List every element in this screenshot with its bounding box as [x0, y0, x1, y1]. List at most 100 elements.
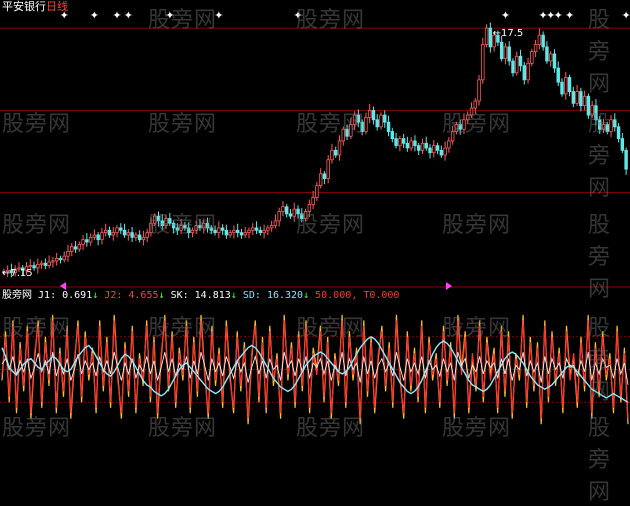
candle-body [401, 138, 406, 144]
signal-star-icon: ✦ [293, 9, 302, 22]
candle-body [54, 258, 59, 262]
candle-body [462, 119, 466, 130]
candle-body [518, 55, 523, 67]
candle-body [175, 227, 180, 231]
candle-body [522, 65, 527, 81]
left-triangle-icon [446, 282, 452, 290]
candle-body [443, 147, 447, 156]
candle-body [43, 262, 48, 266]
candle-body [254, 227, 259, 231]
candle-body [548, 53, 553, 62]
candle-body [533, 44, 538, 53]
candle-body [164, 218, 168, 226]
indicator-lines [1, 314, 629, 425]
candle-body [198, 225, 202, 229]
candle-body [273, 220, 278, 226]
candle-body [243, 232, 247, 236]
candle-body [334, 149, 338, 156]
candle-body [51, 260, 55, 263]
j1-label: J1: [38, 290, 57, 301]
indicator-line-j2 [1, 320, 629, 419]
signal-star-icon: ✦ [124, 9, 133, 22]
sd-label: SD: [242, 290, 261, 301]
candle-body [564, 77, 568, 95]
candle-body [126, 232, 131, 236]
candle-body [375, 119, 379, 128]
candle-body [156, 215, 161, 222]
candle-body [269, 225, 274, 229]
candle-body [179, 225, 183, 231]
candle-body [111, 232, 115, 236]
candle-body [311, 196, 315, 205]
candle-body [477, 79, 481, 102]
candle-body [266, 227, 270, 231]
candle-body [469, 107, 474, 116]
candle-body [545, 46, 549, 62]
candle-body [405, 142, 410, 149]
candle-body [435, 145, 440, 151]
candle-body [103, 229, 108, 234]
candle-body [292, 208, 296, 217]
candle-body [424, 142, 428, 149]
candle-body [213, 229, 217, 234]
candle-body [432, 145, 436, 154]
candle-body [205, 222, 210, 229]
candle-body [530, 51, 534, 64]
candle-body [322, 173, 327, 179]
candle-body [582, 95, 587, 107]
candle-body [73, 246, 78, 250]
high-price-label: ←17.5 [493, 28, 524, 39]
candle-body [130, 232, 134, 238]
candle-body [307, 204, 312, 212]
candle-body [488, 27, 493, 48]
candle-body [439, 149, 444, 156]
candle-body [284, 206, 289, 215]
candle-body [499, 41, 504, 60]
candle-body [318, 173, 323, 187]
candle-body [394, 138, 398, 147]
candle-body [81, 239, 85, 245]
candle-body [281, 206, 285, 212]
candle-body [190, 229, 195, 234]
candle-body [613, 119, 617, 128]
candle-body [386, 121, 391, 132]
candle-body [183, 225, 187, 229]
candle-body [251, 227, 255, 231]
candle-body [239, 232, 244, 236]
candle-body [168, 218, 172, 224]
candle-body [624, 149, 628, 170]
signal-star-icon: ✦ [112, 9, 121, 22]
candle-body [217, 227, 221, 234]
candle-body [122, 229, 127, 236]
indicator-header: 股旁网 J1: 0.691↓ J2: 4.655↓ SK: 14.813↓ SD… [2, 289, 399, 302]
candle-body [586, 95, 591, 116]
candle-body [262, 229, 266, 234]
candle-body [349, 124, 353, 137]
candle-body [32, 265, 36, 269]
candle-body [277, 211, 281, 222]
sk-value: 14.813 [194, 290, 231, 301]
candle-body [300, 213, 304, 219]
down-arrow-icon: ↓ [230, 290, 237, 301]
signal-star-icon: ✦ [90, 9, 99, 22]
candle-body [364, 117, 368, 132]
candle-body [247, 229, 251, 234]
candle-body [58, 258, 63, 261]
candle-body [352, 114, 357, 125]
j2-label: J2: [104, 290, 123, 301]
candle-body [571, 91, 576, 104]
candle-body [202, 222, 206, 229]
candle-body [590, 105, 594, 116]
candle-body [115, 227, 119, 234]
candle-body [232, 229, 236, 234]
candle-body [47, 261, 51, 266]
signal-star-icon: ✦ [214, 9, 223, 22]
candle-body [597, 119, 602, 130]
candle-body [413, 140, 417, 147]
sk-label: SK: [170, 290, 189, 301]
candle-body [235, 229, 240, 234]
level-t0: T0.000 [363, 290, 400, 301]
signal-star-icon: ✦ [501, 9, 510, 22]
candle-body [620, 138, 625, 151]
candle-body [616, 126, 621, 139]
